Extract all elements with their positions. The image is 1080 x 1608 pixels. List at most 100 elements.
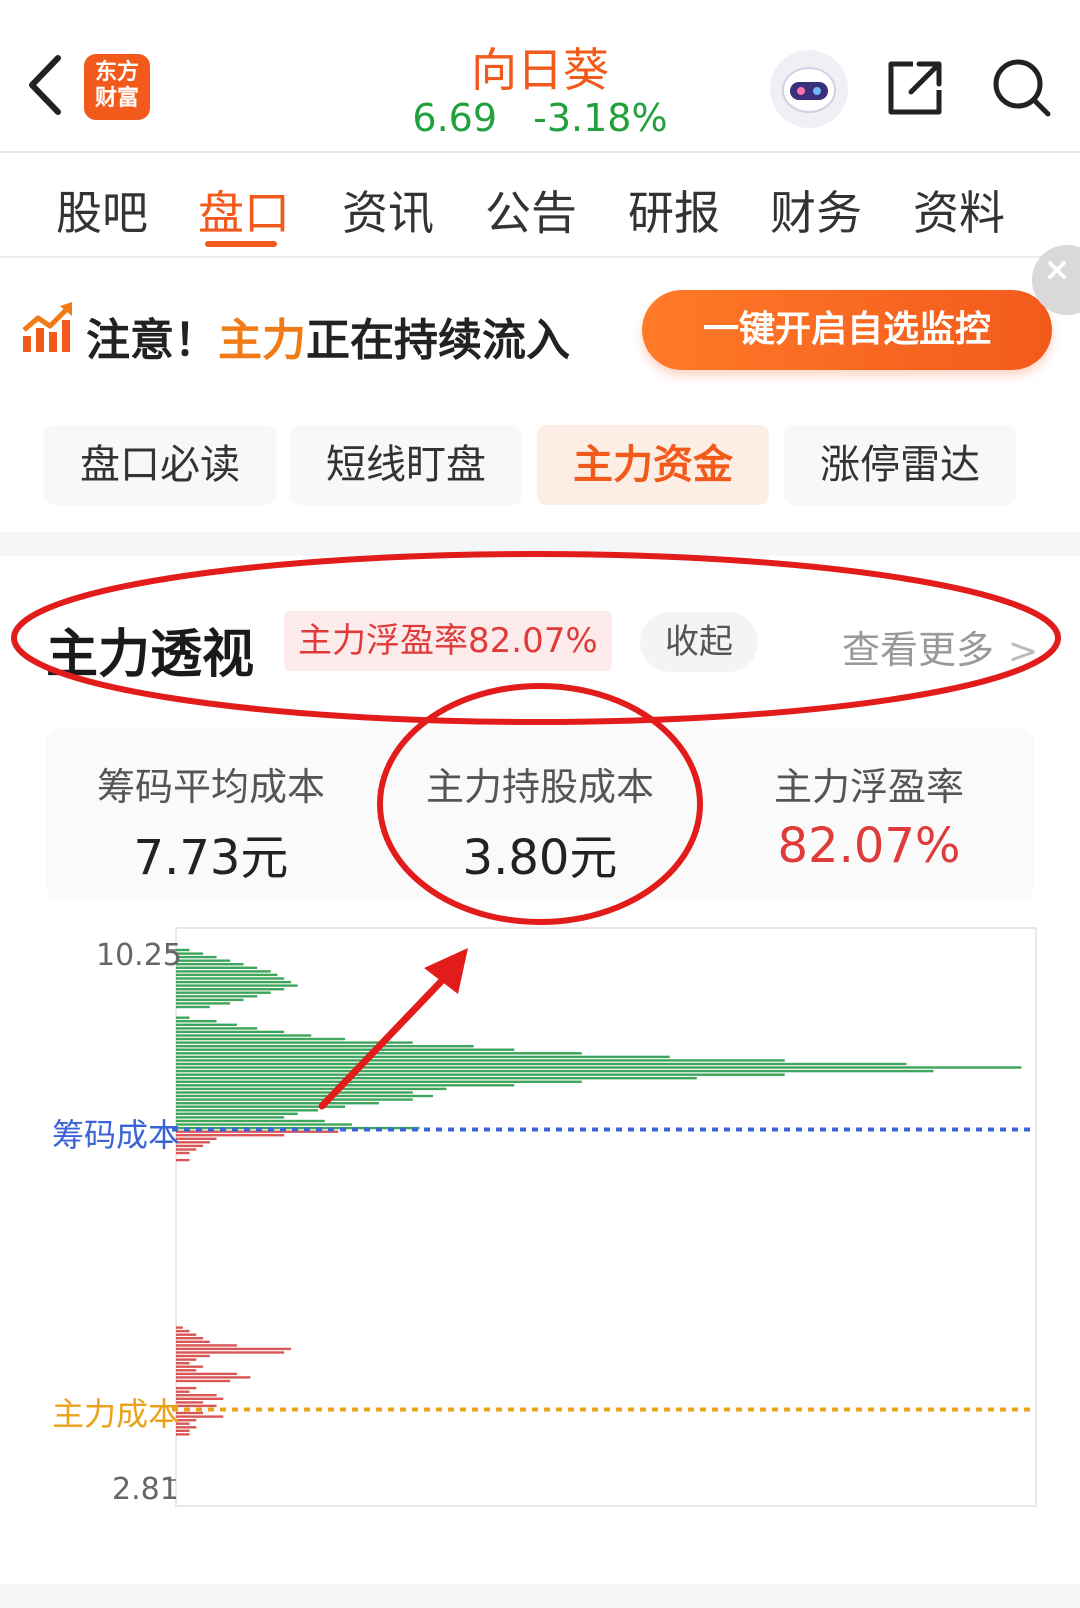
chip-bar [176,1123,352,1126]
main-tabs: 股吧 盘口 资讯 公告 研报 财务 资料 [0,155,1080,258]
chip-distribution-svg [168,927,1037,1507]
app-header: 东方 财富 向日葵 6.69 -3.18% [0,0,1080,153]
share-icon[interactable] [885,58,945,118]
chip-bar [176,1080,582,1083]
chip-bar [176,1045,474,1048]
stock-price: 6.69 [412,96,498,140]
chip-bar [176,1037,346,1041]
chip-bar [176,970,271,973]
chip-bar [176,1158,190,1162]
chip-bar [176,1016,190,1019]
chip-bar [176,1144,204,1148]
chip-bar [176,973,278,977]
alert-prefix: 注意！ [86,315,218,366]
stats-card: 筹码平均成本 7.73元 主力持股成本 3.80元 主力浮盈率 82.07% [46,728,1034,900]
tab-research[interactable]: 研报 [628,177,720,243]
chip-bar [176,1337,204,1340]
collapse-button[interactable]: 收起 [640,612,758,672]
enable-monitor-button[interactable]: 一键开启自选监控 [642,290,1052,370]
chip-bar [176,1030,285,1034]
chip-bar [176,1379,231,1383]
tab-pankou[interactable]: 盘口 [198,177,290,243]
alert-highlight: 主力 [218,315,306,366]
subtab-must-read[interactable]: 盘口必读 [44,425,276,505]
bottom-divider [0,1584,1080,1608]
chip-cost-label: 筹码成本 [52,1115,181,1154]
chip-bar [176,1358,197,1361]
section-divider [0,532,1080,556]
close-icon [1048,261,1066,279]
chip-bar [176,1069,934,1073]
back-icon[interactable] [22,50,72,120]
chip-bar [176,1369,197,1372]
chip-bar [176,1329,190,1333]
main-cost-label: 主力成本 [52,1395,181,1434]
chip-bar [176,1002,231,1005]
stock-change: -3.18% [533,96,668,140]
chip-bar [176,991,271,994]
chip-bar [176,1073,785,1076]
tab-announcements[interactable]: 公告 [485,177,577,243]
chip-bar [176,998,244,1002]
chip-bar [176,995,258,998]
tab-finance[interactable]: 财务 [770,177,862,243]
stat-value: 3.80元 [462,830,618,886]
alert-banner: 注意！主力正在持续流入 一键开启自选监控 [0,260,1080,380]
chip-bar [176,1102,379,1105]
chip-bar [176,1415,224,1418]
chip-bar [176,1112,298,1115]
chip-bar [176,1397,224,1400]
chip-bar [176,1109,318,1112]
chip-bar [176,1020,217,1023]
view-more-link[interactable]: 查看更多 > [842,619,1038,674]
y-top-tick-label: 10.25 [96,938,182,973]
chip-bar [176,1344,237,1347]
chip-bar [176,1023,237,1026]
chip-bar [176,1326,183,1329]
chip-bar [176,955,217,959]
chip-bar [176,1394,217,1397]
chip-bar [176,988,285,991]
tab-guba[interactable]: 股吧 [56,177,148,243]
tab-profile[interactable]: 资料 [913,177,1005,243]
banner-close-button[interactable] [1032,245,1080,315]
alert-suffix: 正在持续流入 [306,315,570,366]
chip-bar [176,959,231,962]
chip-bar [176,980,291,984]
stat-value: 7.73元 [133,830,289,886]
chip-bar [176,977,285,980]
chip-bar [176,1404,217,1408]
chip-bar [176,1098,413,1101]
chip-bar [176,1055,670,1059]
chip-bar [176,1052,582,1055]
chip-bar [176,1351,285,1354]
logo-text-line1: 东方 [94,60,139,85]
chip-bar [176,1105,346,1108]
chip-bar [176,1048,515,1051]
chip-bar [176,1091,413,1094]
chip-bar [176,1005,210,1009]
y-bottom-tick-label: 2.81 [112,1472,179,1507]
subtab-main-funds[interactable]: 主力资金 [537,425,769,505]
alert-text: 注意！主力正在持续流入 [86,304,570,368]
profit-rate-badge: 主力浮盈率82.07% [284,611,612,671]
chip-bar [176,1119,325,1123]
subtab-short-term[interactable]: 短线盯盘 [290,425,522,505]
chip-bar [176,1094,433,1098]
logo-text-line2: 财富 [94,86,139,111]
chip-bar [176,1376,251,1379]
chip-bar [176,1066,1022,1069]
chip-bar [176,984,298,987]
chip-distribution-chart: 10.25 2.81 筹码成本 主力成本 [0,920,1080,1560]
tab-news[interactable]: 资讯 [342,177,434,243]
chart-frame [175,927,1037,1507]
search-icon[interactable] [990,56,1054,120]
subtab-limit-up-radar[interactable]: 涨停雷达 [784,425,1016,505]
trend-chart-icon [22,302,72,352]
stat-label: 主力持股成本 [425,765,654,809]
robot-avatar[interactable] [770,50,848,128]
robot-icon [782,67,836,113]
chip-bar [176,1411,204,1415]
stock-quote: 6.69 -3.18% [390,96,690,140]
stat-label: 主力浮盈率 [773,765,964,809]
